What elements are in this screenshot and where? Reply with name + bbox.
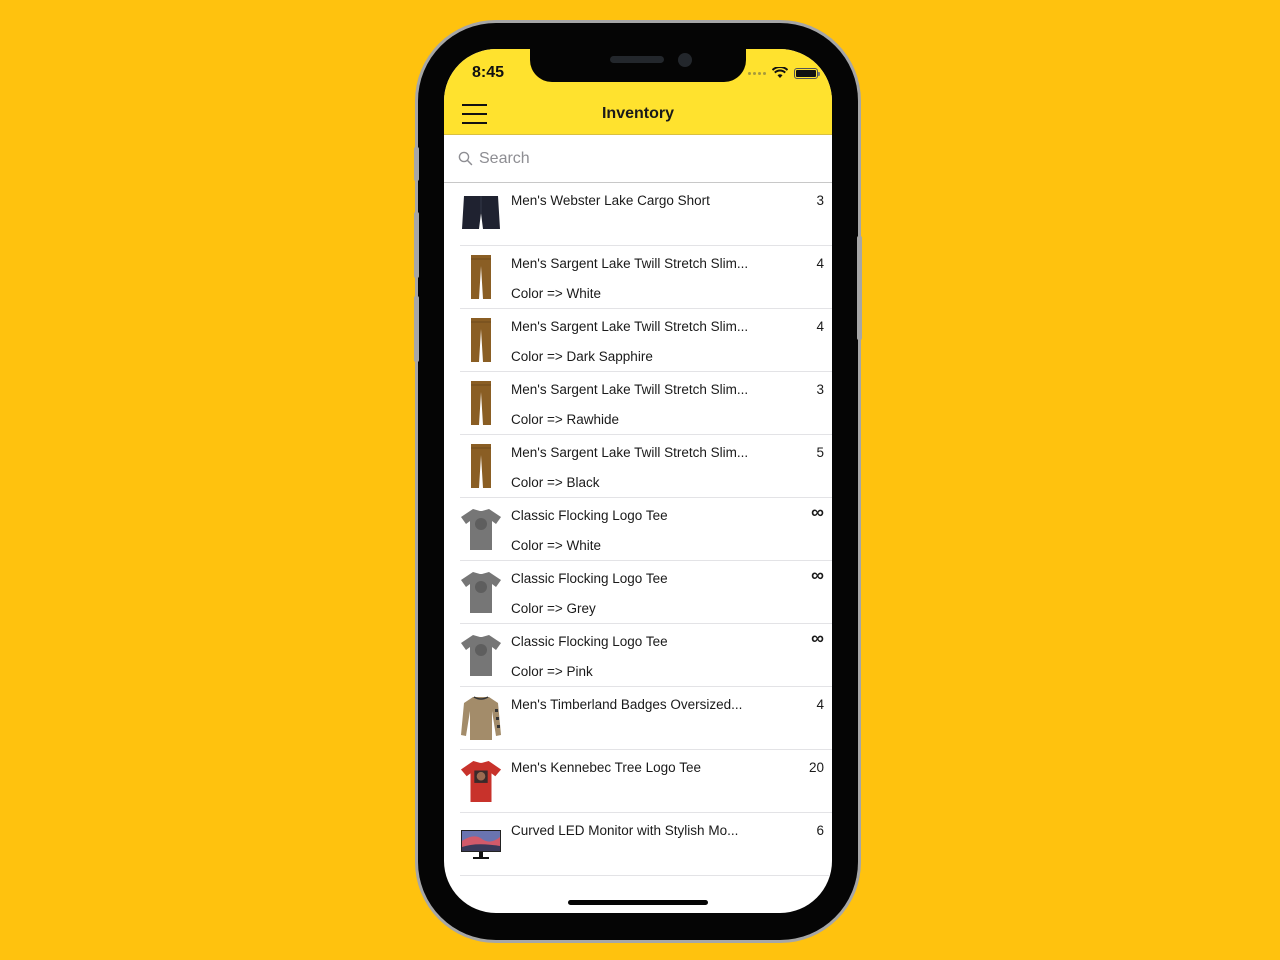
app-screen: 8:45 Inventory Men's Webster Lake Cargo …	[444, 49, 832, 913]
list-item[interactable]: Men's Kennebec Tree Logo Tee 20	[460, 750, 832, 813]
pants-tan-icon	[460, 443, 502, 489]
item-name: Classic Flocking Logo Tee	[511, 571, 668, 586]
item-variant: Color => White	[511, 286, 602, 301]
tee-grey-icon	[460, 569, 502, 615]
item-name: Curved LED Monitor with Stylish Mo...	[511, 823, 739, 838]
pants-tan-icon	[460, 380, 502, 426]
inventory-list: Men's Webster Lake Cargo Short 3 Men's Sar…	[444, 183, 832, 876]
status-time: 8:45	[472, 64, 505, 81]
speaker	[610, 56, 664, 63]
item-quantity: 3	[816, 382, 824, 397]
item-quantity: 20	[808, 760, 824, 775]
list-item[interactable]: Classic Flocking Logo Tee Color => Pink ∞	[460, 624, 832, 687]
power-button	[857, 236, 862, 340]
status-indicators	[748, 67, 820, 79]
item-variant: Color => Rawhide	[511, 412, 620, 427]
volume-up-button	[414, 212, 419, 278]
item-quantity: 4	[816, 256, 824, 271]
list-item[interactable]: Men's Sargent Lake Twill Stretch Slim...…	[460, 435, 832, 498]
notch	[530, 49, 746, 82]
item-quantity: 3	[816, 193, 824, 208]
list-item[interactable]: Curved LED Monitor with Stylish Mo... 6	[460, 813, 832, 876]
item-quantity: 4	[816, 319, 824, 334]
monitor-icon	[460, 821, 502, 867]
cargo-short-navy-icon	[460, 191, 502, 237]
item-quantity: ∞	[811, 502, 824, 522]
item-variant: Color => Pink	[511, 664, 593, 679]
item-name: Men's Webster Lake Cargo Short	[511, 193, 710, 208]
pants-tan-icon	[460, 317, 502, 363]
item-variant: Color => Grey	[511, 601, 596, 616]
item-name: Men's Sargent Lake Twill Stretch Slim...	[511, 382, 749, 397]
list-item[interactable]: Men's Sargent Lake Twill Stretch Slim...…	[460, 246, 832, 309]
list-item[interactable]: Classic Flocking Logo Tee Color => Grey ∞	[460, 561, 832, 624]
item-name: Classic Flocking Logo Tee	[511, 634, 668, 649]
page-title: Inventory	[601, 105, 674, 122]
item-name: Men's Sargent Lake Twill Stretch Slim...	[511, 256, 749, 271]
item-name: Classic Flocking Logo Tee	[511, 508, 668, 523]
item-name: Men's Sargent Lake Twill Stretch Slim...	[511, 445, 749, 460]
nav-header: 8:45 Inventory	[444, 49, 832, 135]
wifi-icon	[772, 67, 788, 78]
item-quantity: 4	[816, 697, 824, 712]
search-input[interactable]	[479, 149, 799, 168]
longsleeve-tan-icon	[460, 695, 502, 741]
item-name: Men's Kennebec Tree Logo Tee	[511, 760, 701, 775]
camera	[678, 53, 692, 67]
item-name: Men's Timberland Badges Oversized...	[511, 697, 743, 712]
tee-red-icon	[460, 758, 502, 804]
list-item[interactable]: Men's Sargent Lake Twill Stretch Slim...…	[460, 372, 832, 435]
tee-grey-icon	[460, 632, 502, 678]
battery-icon	[794, 67, 820, 79]
item-variant: Color => White	[511, 538, 602, 553]
search-icon	[458, 151, 473, 166]
item-quantity: 6	[816, 823, 824, 838]
mute-switch	[414, 147, 419, 181]
pants-tan-icon	[460, 254, 502, 300]
list-item[interactable]: Classic Flocking Logo Tee Color => White ∞	[460, 498, 832, 561]
item-variant: Color => Dark Sapphire	[511, 349, 653, 364]
signal-icon	[748, 71, 766, 75]
item-quantity: 5	[816, 445, 824, 460]
home-indicator[interactable]	[568, 900, 708, 905]
list-item[interactable]: Men's Sargent Lake Twill Stretch Slim...…	[460, 309, 832, 372]
list-item[interactable]: Men's Webster Lake Cargo Short 3	[460, 183, 832, 246]
item-quantity: ∞	[811, 628, 824, 648]
item-variant: Color => Black	[511, 475, 600, 490]
item-name: Men's Sargent Lake Twill Stretch Slim...	[511, 319, 749, 334]
list-item[interactable]: Men's Timberland Badges Oversized... 4	[460, 687, 832, 750]
volume-down-button	[414, 296, 419, 362]
search-bar	[444, 135, 832, 183]
tee-grey-icon	[460, 506, 502, 552]
item-quantity: ∞	[811, 565, 824, 585]
